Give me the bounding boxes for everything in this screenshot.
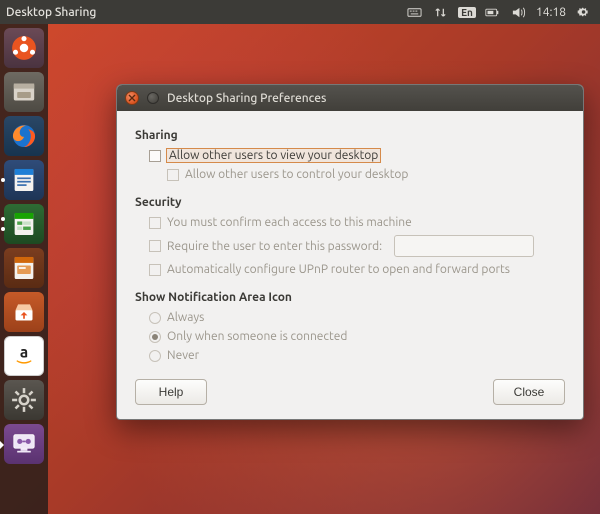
close-button[interactable]: Close [493,379,565,405]
checkbox-icon [149,217,161,229]
checkbox-icon [167,169,179,181]
checkbox-icon [149,264,161,276]
password-field [394,235,534,257]
launcher-dash[interactable] [4,28,44,68]
option-upnp-label: Automatically configure UPnP router to o… [167,263,510,276]
option-require-password-label: Require the user to enter this password: [167,240,382,253]
svg-text:a: a [20,344,28,361]
launcher-writer[interactable] [4,160,44,200]
clock[interactable]: 14:18 [536,6,566,19]
option-notify-always-label: Always [167,311,204,324]
radio-icon [149,312,161,324]
minimize-icon[interactable] [147,92,159,104]
radio-icon [149,350,161,362]
option-notify-never: Never [135,346,565,365]
panel-title: Desktop Sharing [6,6,96,19]
launcher-amazon[interactable]: a [4,336,44,376]
option-notify-always: Always [135,308,565,327]
top-panel: Desktop Sharing En 14:18 [0,0,600,24]
option-notify-only: Only when someone is connected [135,327,565,346]
help-button[interactable]: Help [135,379,207,405]
volume-icon[interactable] [510,3,528,21]
launcher-impress[interactable] [4,248,44,288]
option-allow-control-label: Allow other users to control your deskto… [185,168,408,181]
section-notify-head: Show Notification Area Icon [135,291,565,304]
option-allow-view[interactable]: Allow other users to view your desktop [135,146,565,165]
keyboard-icon[interactable] [406,3,424,21]
language-indicator[interactable]: En [458,3,476,21]
checkbox-icon [149,240,161,252]
option-allow-view-label: Allow other users to view your desktop [167,149,380,162]
window-title: Desktop Sharing Preferences [167,92,326,105]
radio-icon [149,331,161,343]
option-notify-never-label: Never [167,349,199,362]
dialog-content: Sharing Allow other users to view your d… [117,111,583,419]
section-sharing-head: Sharing [135,129,565,142]
gear-icon[interactable] [574,3,592,21]
titlebar[interactable]: Desktop Sharing Preferences [117,85,583,111]
launcher-settings[interactable] [4,380,44,420]
option-notify-only-label: Only when someone is connected [167,330,347,343]
option-require-password: Require the user to enter this password: [135,232,565,260]
option-upnp: Automatically configure UPnP router to o… [135,260,565,279]
section-security-head: Security [135,196,565,209]
launcher-desktop-sharing[interactable] [4,424,44,464]
launcher: a [0,24,48,514]
preferences-window: Desktop Sharing Preferences Sharing Allo… [116,84,584,420]
battery-icon[interactable] [484,3,502,21]
launcher-firefox[interactable] [4,116,44,156]
option-allow-control: Allow other users to control your deskto… [135,165,565,184]
desktop-background: Desktop Sharing En 14:18 a Desktop Shari… [0,0,600,514]
launcher-software[interactable] [4,292,44,332]
option-confirm-access: You must confirm each access to this mac… [135,213,565,232]
option-confirm-access-label: You must confirm each access to this mac… [167,216,412,229]
network-icon[interactable] [432,3,450,21]
checkbox-icon[interactable] [149,150,161,162]
launcher-files[interactable] [4,72,44,112]
close-icon[interactable] [125,91,139,105]
launcher-calc[interactable] [4,204,44,244]
